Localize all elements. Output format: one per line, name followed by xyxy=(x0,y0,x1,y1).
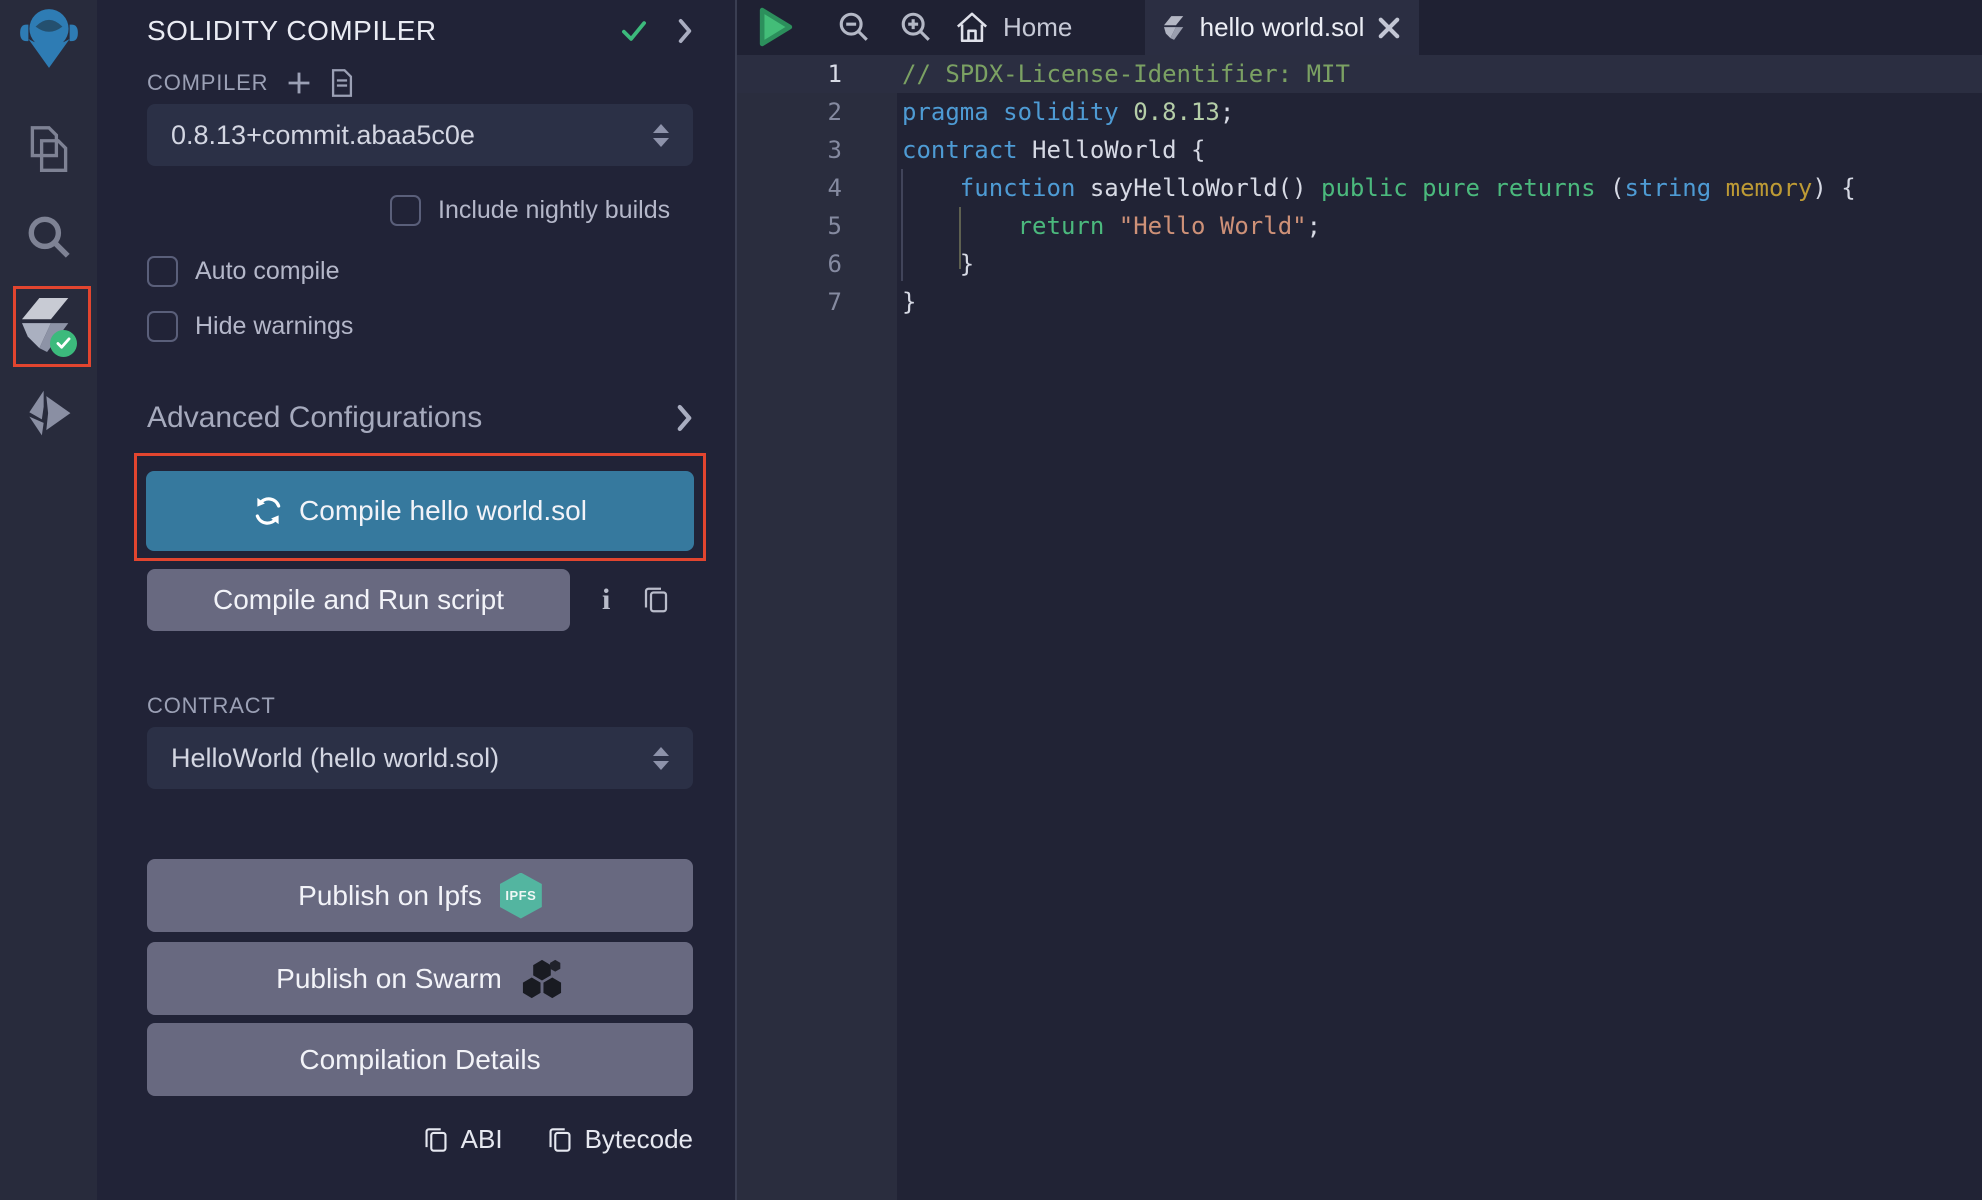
compilation-details-button[interactable]: Compilation Details xyxy=(147,1023,693,1096)
code-line: 4 function sayHelloWorld() public pure r… xyxy=(737,169,1982,207)
compiler-section-label: COMPILER xyxy=(147,70,268,96)
play-icon[interactable] xyxy=(757,7,795,47)
nightly-builds-row: Include nightly builds xyxy=(390,192,693,228)
code-text: } xyxy=(842,245,974,283)
publish-ipfs-button[interactable]: Publish on Ipfs IPFS xyxy=(147,859,693,932)
contract-select-value: HelloWorld (hello world.sol) xyxy=(171,743,653,774)
publish-ipfs-label: Publish on Ipfs xyxy=(298,880,482,912)
advanced-configurations-label: Advanced Configurations xyxy=(147,401,676,435)
compiler-section-header: COMPILER xyxy=(147,68,693,98)
copy-abi-button[interactable]: ABI xyxy=(423,1124,503,1155)
code-text: } xyxy=(842,283,916,321)
code-line: 2pragma solidity 0.8.13; xyxy=(737,93,1982,131)
copy-bytecode-button[interactable]: Bytecode xyxy=(547,1124,693,1155)
line-number: 5 xyxy=(737,207,842,245)
compile-button[interactable]: Compile hello world.sol xyxy=(146,471,694,551)
copy-icon xyxy=(423,1125,449,1155)
select-updown-icon xyxy=(653,747,669,770)
hide-warnings-label: Hide warnings xyxy=(195,312,353,341)
code-line: 5 return "Hello World"; xyxy=(737,207,1982,245)
chevron-right-icon[interactable] xyxy=(677,18,693,44)
compile-button-label: Compile hello world.sol xyxy=(299,495,587,527)
info-icon[interactable]: i xyxy=(602,583,610,617)
tab-home[interactable]: Home xyxy=(955,0,1072,55)
compiler-success-badge-icon xyxy=(50,330,77,357)
nightly-builds-label: Include nightly builds xyxy=(438,196,670,225)
nightly-builds-checkbox[interactable] xyxy=(390,195,421,226)
success-check-icon xyxy=(621,20,647,42)
code-text: // SPDX-License-Identifier: MIT xyxy=(842,55,1350,93)
code-text: return "Hello World"; xyxy=(842,207,1321,245)
deploy-run-icon[interactable] xyxy=(0,388,97,440)
zoom-out-icon[interactable] xyxy=(837,10,871,44)
document-icon[interactable] xyxy=(330,69,354,97)
auto-compile-checkbox[interactable] xyxy=(147,256,178,287)
code-line: 1// SPDX-License-Identifier: MIT xyxy=(737,55,1982,93)
ipfs-icon-text: IPFS xyxy=(505,888,536,903)
ipfs-icon: IPFS xyxy=(500,873,542,919)
solidity-file-icon xyxy=(1164,15,1186,41)
chevron-right-icon xyxy=(676,404,693,432)
compile-and-run-label: Compile and Run script xyxy=(213,584,504,616)
editor-topbar: Home hello world.sol xyxy=(737,0,1982,55)
icon-sidebar xyxy=(0,0,98,1200)
compiler-version-select[interactable]: 0.8.13+commit.abaa5c0e xyxy=(147,104,693,166)
select-updown-icon xyxy=(653,124,669,147)
publish-swarm-label: Publish on Swarm xyxy=(276,963,502,995)
red-highlight-box-compiler xyxy=(13,286,91,367)
zoom-in-icon[interactable] xyxy=(899,10,933,44)
contract-select[interactable]: HelloWorld (hello world.sol) xyxy=(147,727,693,789)
tab-file-label: hello world.sol xyxy=(1200,12,1365,43)
hide-warnings-row: Hide warnings xyxy=(147,308,693,344)
tab-home-label: Home xyxy=(1003,12,1072,43)
editor-area: Home hello world.sol xyxy=(735,0,1982,1200)
abi-label: ABI xyxy=(461,1124,503,1155)
hide-warnings-checkbox[interactable] xyxy=(147,311,178,342)
contract-section-header: CONTRACT xyxy=(147,691,693,721)
code-lines: 1// SPDX-License-Identifier: MIT2pragma … xyxy=(737,55,1982,321)
code-editor[interactable]: 1// SPDX-License-Identifier: MIT2pragma … xyxy=(737,55,1982,1200)
compile-run-row: Compile and Run script i xyxy=(147,569,693,631)
remix-ide-window: SOLIDITY COMPILER COMPILER 0.8.13+commit… xyxy=(0,0,1982,1200)
panel-header: SOLIDITY COMPILER xyxy=(147,10,693,52)
search-icon[interactable] xyxy=(0,212,97,262)
line-number: 3 xyxy=(737,131,842,169)
panel-title: SOLIDITY COMPILER xyxy=(147,15,621,47)
home-icon xyxy=(955,11,989,45)
line-number: 1 xyxy=(737,55,842,93)
auto-compile-row: Auto compile xyxy=(147,253,693,289)
code-text: contract HelloWorld { xyxy=(842,131,1205,169)
line-number: 7 xyxy=(737,283,842,321)
code-line: 3contract HelloWorld { xyxy=(737,131,1982,169)
copy-icon xyxy=(547,1125,573,1155)
line-number: 4 xyxy=(737,169,842,207)
file-explorer-icon[interactable] xyxy=(0,124,97,176)
publish-swarm-button[interactable]: Publish on Swarm xyxy=(147,942,693,1015)
red-highlight-box-compile: Compile hello world.sol xyxy=(134,453,706,561)
line-number: 6 xyxy=(737,245,842,283)
tab-hello-world-sol[interactable]: hello world.sol xyxy=(1145,0,1419,55)
code-text: pragma solidity 0.8.13; xyxy=(842,93,1234,131)
abi-bytecode-row: ABI Bytecode xyxy=(147,1124,693,1155)
line-number: 2 xyxy=(737,93,842,131)
plus-icon[interactable] xyxy=(286,70,312,96)
refresh-icon xyxy=(253,496,283,526)
auto-compile-label: Auto compile xyxy=(195,257,340,286)
solidity-compiler-panel: SOLIDITY COMPILER COMPILER 0.8.13+commit… xyxy=(97,0,735,1200)
advanced-configurations-toggle[interactable]: Advanced Configurations xyxy=(147,399,693,437)
close-icon[interactable] xyxy=(1378,17,1400,39)
compile-and-run-button[interactable]: Compile and Run script xyxy=(147,569,570,631)
code-line: 6 } xyxy=(737,245,1982,283)
compiler-version-value: 0.8.13+commit.abaa5c0e xyxy=(171,120,653,151)
remix-logo-icon[interactable] xyxy=(0,6,97,72)
bytecode-label: Bytecode xyxy=(585,1124,693,1155)
code-line: 7} xyxy=(737,283,1982,321)
copy-icon[interactable] xyxy=(642,585,670,615)
swarm-icon xyxy=(520,957,564,1001)
compilation-details-label: Compilation Details xyxy=(299,1044,540,1076)
contract-section-label: CONTRACT xyxy=(147,693,276,719)
code-text: function sayHelloWorld() public pure ret… xyxy=(842,169,1856,207)
